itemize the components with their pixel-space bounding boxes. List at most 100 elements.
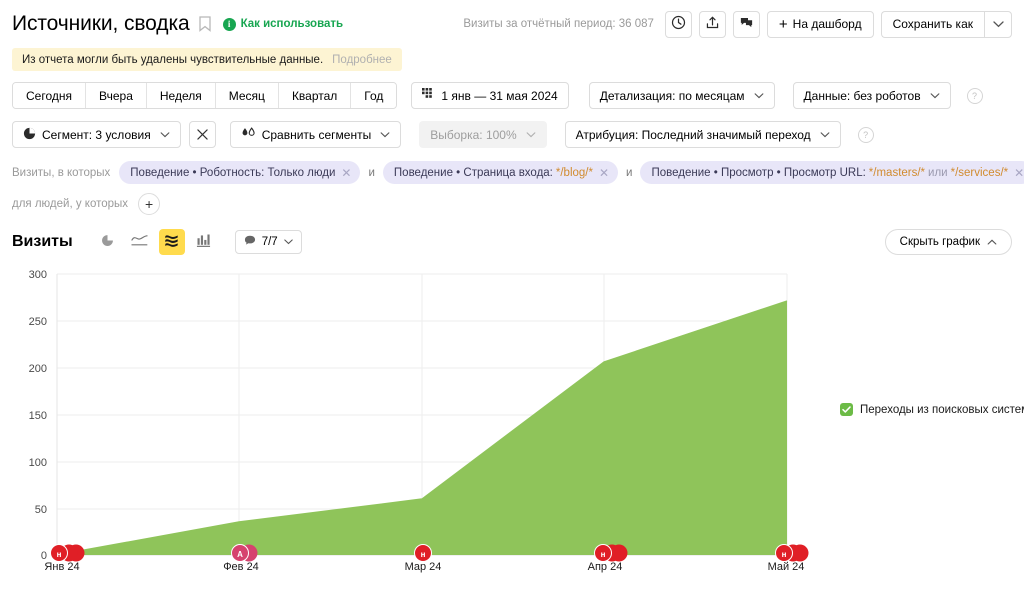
how-to-use-link[interactable]: i Как использовать [223,18,344,31]
event-marker-may[interactable]: н [776,545,809,562]
hide-chart-label: Скрыть график [900,236,980,248]
event-marker-feb[interactable]: А [232,545,258,562]
segment-dropdown[interactable]: Сегмент: 3 условия [12,121,181,148]
clear-segment-button[interactable] [189,121,216,148]
data-robots-label: Данные: без роботов [804,89,921,103]
detail-level-dropdown[interactable]: Детализация: по месяцам [589,82,775,109]
chevron-down-icon [820,130,830,140]
svg-text:А: А [237,550,243,559]
warning-text: Из отчета могли быть удалены чувствитель… [22,54,323,66]
filter-chip-view-url[interactable]: Поведение • Просмотр • Просмотр URL: */m… [640,161,1024,184]
visits-area-chart: 300 250 200 150 100 50 0 Янв 24 Фев 24 М… [0,265,1024,580]
close-x-icon [197,129,208,140]
filter-conjunction: и [626,167,632,179]
chart-x-axis: Янв 24 Фев 24 Мар 24 Апр 24 Май 24 [44,561,804,573]
svg-text:Мар 24: Мар 24 [405,561,442,573]
period-yesterday[interactable]: Вчера [86,83,147,108]
save-as-dropdown-button[interactable] [984,11,1012,38]
attribution-dropdown[interactable]: Атрибуция: Последний значимый переход [565,121,841,148]
sensitive-data-warning: Из отчета могли быть удалены чувствитель… [12,48,402,71]
sampling-label: Выборка: 100% [430,128,516,142]
period-month[interactable]: Месяц [216,83,279,108]
segment-toolbar: Сегмент: 3 условия Сравнить сегменты Выб… [0,121,1024,148]
bookmark-icon[interactable] [199,16,211,32]
viz-area-button[interactable] [159,229,185,255]
event-marker-mar[interactable]: н [415,545,432,562]
pie-chart-icon [100,233,115,251]
how-to-use-label: Как использовать [241,18,344,30]
filter-chip-text: Поведение • Страница входа: [394,167,553,179]
people-filters-label: для людей, у которых [12,198,128,210]
people-filters-row: для людей, у которых + [0,193,1024,215]
chevron-down-icon [930,91,940,101]
filter-chip-text: Поведение • Роботность: Только люди [130,167,335,179]
chart-svg: 300 250 200 150 100 50 0 Янв 24 Фев 24 М… [0,265,1024,580]
sampling-dropdown[interactable]: Выборка: 100% [419,121,546,148]
data-help-icon[interactable]: ? [967,88,983,104]
clock-icon [671,15,686,33]
viz-pie-button[interactable] [95,229,121,255]
close-x-icon[interactable]: ✕ [1014,167,1024,179]
warning-more-link[interactable]: Подробнее [332,54,392,66]
filter-chip-robotness[interactable]: Поведение • Роботность: Только люди ✕ [119,161,360,184]
filter-chip-value-2: */services/* [951,167,1009,179]
svg-text:Апр 24: Апр 24 [588,561,623,573]
save-as-button[interactable]: Сохранить как [881,11,984,38]
add-people-filter-button[interactable]: + [138,193,160,215]
goals-label: 7/7 [262,236,278,248]
svg-text:300: 300 [29,269,47,281]
legend-checkbox[interactable] [840,403,853,416]
event-marker-jan[interactable]: н [51,545,85,562]
filter-chip-value: */masters/* [869,167,925,179]
hide-chart-button[interactable]: Скрыть график [885,229,1012,255]
page-title: Источники, сводка [12,12,190,36]
data-robots-dropdown[interactable]: Данные: без роботов [793,82,951,109]
pie-chart-icon [23,127,36,143]
period-year[interactable]: Год [351,83,396,108]
compare-segments-dropdown[interactable]: Сравнить сегменты [230,121,402,148]
two-drops-icon [241,127,256,143]
line-chart-icon [131,233,148,251]
close-x-icon[interactable]: ✕ [599,167,609,179]
segment-label: Сегмент: 3 условия [42,128,151,142]
chevron-down-icon [160,130,170,140]
detail-level-label: Детализация: по месяцам [600,89,745,103]
goals-dropdown[interactable]: 7/7 [235,230,302,254]
add-to-dashboard-button[interactable]: + На дашборд [767,11,874,38]
svg-text:250: 250 [29,316,47,328]
visit-filters-label: Визиты, в которых [12,167,110,179]
svg-text:н: н [782,550,787,559]
history-button[interactable] [665,11,692,38]
export-button[interactable] [699,11,726,38]
filter-chip-or: или [928,167,948,179]
close-x-icon[interactable]: ✕ [341,167,351,179]
save-as-label: Сохранить как [893,17,973,31]
event-marker-apr[interactable]: н [595,545,628,562]
filter-chip-value: */blog/* [556,167,593,179]
viz-line-button[interactable] [127,229,153,255]
speech-bubble-icon [244,235,256,249]
filter-chip-text: Поведение • Просмотр • Просмотр URL: [651,167,865,179]
svg-text:100: 100 [29,457,47,469]
visit-filters-row: Визиты, в которых Поведение • Роботность… [0,161,1024,184]
chart-legend-item[interactable]: Переходы из поисковых систем [840,403,1024,416]
filter-chip-landing-page[interactable]: Поведение • Страница входа: */blog/* ✕ [383,161,618,184]
attribution-help-icon[interactable]: ? [858,127,874,143]
chevron-down-icon [993,17,1004,31]
period-quarter[interactable]: Квартал [279,83,351,108]
area-stacked-chart-icon [164,233,179,251]
comments-button[interactable] [733,11,760,38]
period-preset-group: Сегодня Вчера Неделя Месяц Квартал Год [12,82,397,109]
info-circle-icon: i [223,18,236,31]
period-week[interactable]: Неделя [147,83,216,108]
chevron-down-icon [754,91,764,101]
save-as-group: Сохранить как [881,11,1012,38]
svg-text:н: н [601,550,606,559]
legend-label: Переходы из поисковых систем [860,404,1024,416]
date-range-label: 1 янв — 31 мая 2024 [441,89,557,103]
viz-bar-button[interactable] [191,229,217,255]
chevron-down-icon [380,130,390,140]
period-today[interactable]: Сегодня [13,83,86,108]
date-range-picker[interactable]: 1 янв — 31 мая 2024 [411,82,568,109]
plus-icon: + [779,17,788,32]
